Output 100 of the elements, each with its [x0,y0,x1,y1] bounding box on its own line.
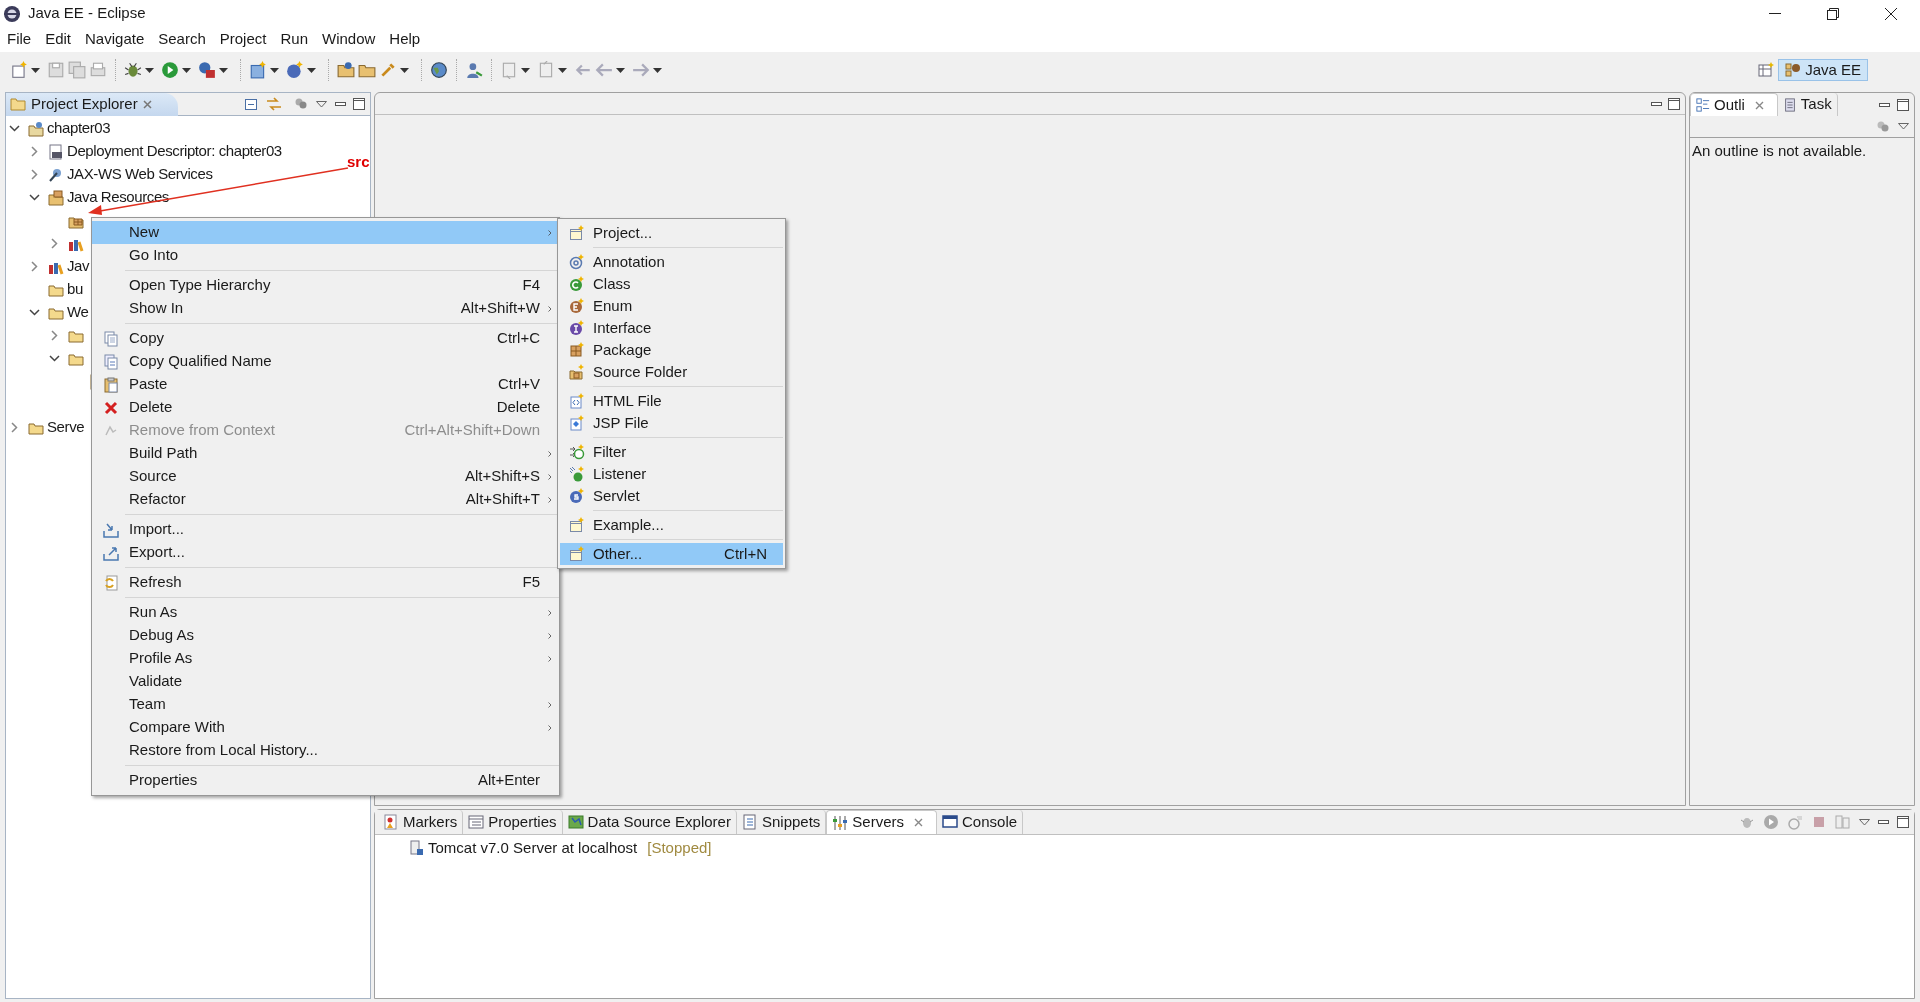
person-icon[interactable] [465,61,483,79]
menu-item[interactable]: Debug As [92,624,559,647]
panel-tab[interactable]: Servers [826,810,937,834]
panel-tab[interactable]: Snippets [736,810,827,834]
server-name[interactable]: Tomcat v7.0 Server at localhost [428,836,638,860]
panel-tab[interactable]: Properties [463,810,563,834]
maximize-icon[interactable] [1897,816,1909,828]
menu-item[interactable]: Delete Delete [92,396,559,419]
caret-icon[interactable] [616,67,625,73]
tree-item[interactable]: Java Resources [67,186,169,209]
menu-item[interactable]: New [92,221,559,244]
maximize-icon[interactable] [353,98,365,110]
caret-icon[interactable] [558,67,567,73]
caret-icon[interactable] [219,67,228,73]
menu-item[interactable]: Other... Ctrl+N [560,543,783,565]
print-icon[interactable] [89,61,107,79]
menu-item[interactable]: Open Type Hierarchy F4 [92,274,559,297]
globe-icon[interactable] [430,61,448,79]
menu-item[interactable]: Paste Ctrl+V [92,373,559,396]
menu-item[interactable]: Filter [560,441,783,463]
new-server-icon[interactable] [249,61,267,79]
menu-item[interactable]: Class [560,273,783,295]
maximize-icon[interactable] [1897,98,1909,111]
menu-item[interactable]: Listener [560,463,783,485]
tree-item[interactable]: bu [67,278,83,301]
menu-item[interactable]: HTML File [560,390,783,412]
perspective-button[interactable]: Java EE [1778,59,1868,81]
caret-icon[interactable] [270,67,279,73]
menu-item[interactable]: Navigate [78,27,152,52]
tree-item[interactable]: Serve [47,416,85,439]
tree-item[interactable]: Jav [67,255,90,278]
start-server-icon[interactable] [1763,814,1779,830]
menu-item[interactable]: Compare With [92,716,559,739]
menu-item[interactable]: Export... [92,541,559,564]
menu-item[interactable]: Properties Alt+Enter [92,769,559,792]
menu-item[interactable]: JSP File [560,412,783,434]
menu-item[interactable]: File [0,27,39,52]
view-menu-icon[interactable] [316,100,327,108]
filter-icon[interactable] [1876,119,1890,134]
menu-item[interactable]: Run As [92,601,559,624]
menu-item[interactable]: Profile As [92,647,559,670]
caret-icon[interactable] [400,67,409,73]
menu-item[interactable]: Servlet [560,485,783,507]
panel-tab[interactable]: Outli [1690,93,1778,116]
tree-item[interactable]: Deployment Descriptor: chapter03 [67,140,282,163]
menu-item[interactable]: Import... [92,518,559,541]
caret-icon[interactable] [307,67,316,73]
menu-item[interactable]: Go Into [92,244,559,267]
menu-item[interactable]: Search [151,27,213,52]
view-menu-icon[interactable] [1898,123,1909,130]
caret-icon[interactable] [182,67,191,73]
close-icon[interactable] [142,99,152,109]
menu-item[interactable]: Refresh F5 [92,571,559,594]
menu-item[interactable]: Show In Alt+Shift+W [92,297,559,320]
minimize-icon[interactable] [1878,820,1889,824]
caret-icon[interactable] [145,67,154,73]
collapse-all-icon[interactable] [244,97,258,111]
menu-item[interactable]: Project... [560,222,783,244]
tree-item[interactable]: JAX-WS Web Services [67,163,213,186]
menu-item[interactable]: Enum [560,295,783,317]
minimize-icon[interactable] [335,102,346,106]
new-icon[interactable] [10,61,28,79]
caret-icon[interactable] [521,67,530,73]
tree-item[interactable]: chapter03 [47,117,111,140]
menu-item[interactable]: Run [273,27,315,52]
panel-tab[interactable]: Markers [378,810,464,834]
new-servlet-icon[interactable] [286,61,304,79]
menu-item[interactable]: Copy Qualified Name [92,350,559,373]
menu-item[interactable]: Help [382,27,428,52]
menu-item[interactable]: Example... [560,514,783,536]
caret-icon[interactable] [31,67,40,73]
open-perspective-icon[interactable] [1758,62,1775,78]
minimize-icon[interactable] [1879,102,1890,107]
run-icon[interactable] [161,61,179,79]
menu-item[interactable]: Refactor Alt+Shift+T [92,488,559,511]
close-icon[interactable] [914,818,923,827]
bug-icon[interactable] [124,61,142,79]
tree-item[interactable]: We [67,301,89,324]
minimize-icon[interactable] [1651,101,1662,106]
view-menu-icon[interactable] [1859,818,1870,826]
maximize-icon[interactable] [1668,97,1680,110]
menu-item[interactable]: Build Path [92,442,559,465]
menu-item[interactable]: Restore from Local History... [92,739,559,762]
caret-icon[interactable] [653,67,662,73]
menu-item[interactable]: Source Alt+Shift+S [92,465,559,488]
menu-item[interactable]: Package [560,339,783,361]
panel-tab[interactable]: Data Source Explorer [562,810,737,834]
close-icon[interactable] [1754,100,1764,110]
project-explorer-tab[interactable]: Project Explorer [6,92,178,116]
menu-item[interactable]: Annotation [560,251,783,273]
menu-item[interactable]: Team [92,693,559,716]
link-icon[interactable] [266,97,282,111]
panel-tab[interactable]: Console [937,810,1024,834]
menu-item[interactable]: Validate [92,670,559,693]
menu-item[interactable]: Project [212,27,274,52]
open-folder-icon[interactable] [337,61,355,79]
menu-item[interactable]: Window [315,27,383,52]
filter-icon[interactable] [294,97,308,111]
menu-item[interactable]: Source Folder [560,361,783,383]
menu-item[interactable]: Edit [38,27,79,52]
